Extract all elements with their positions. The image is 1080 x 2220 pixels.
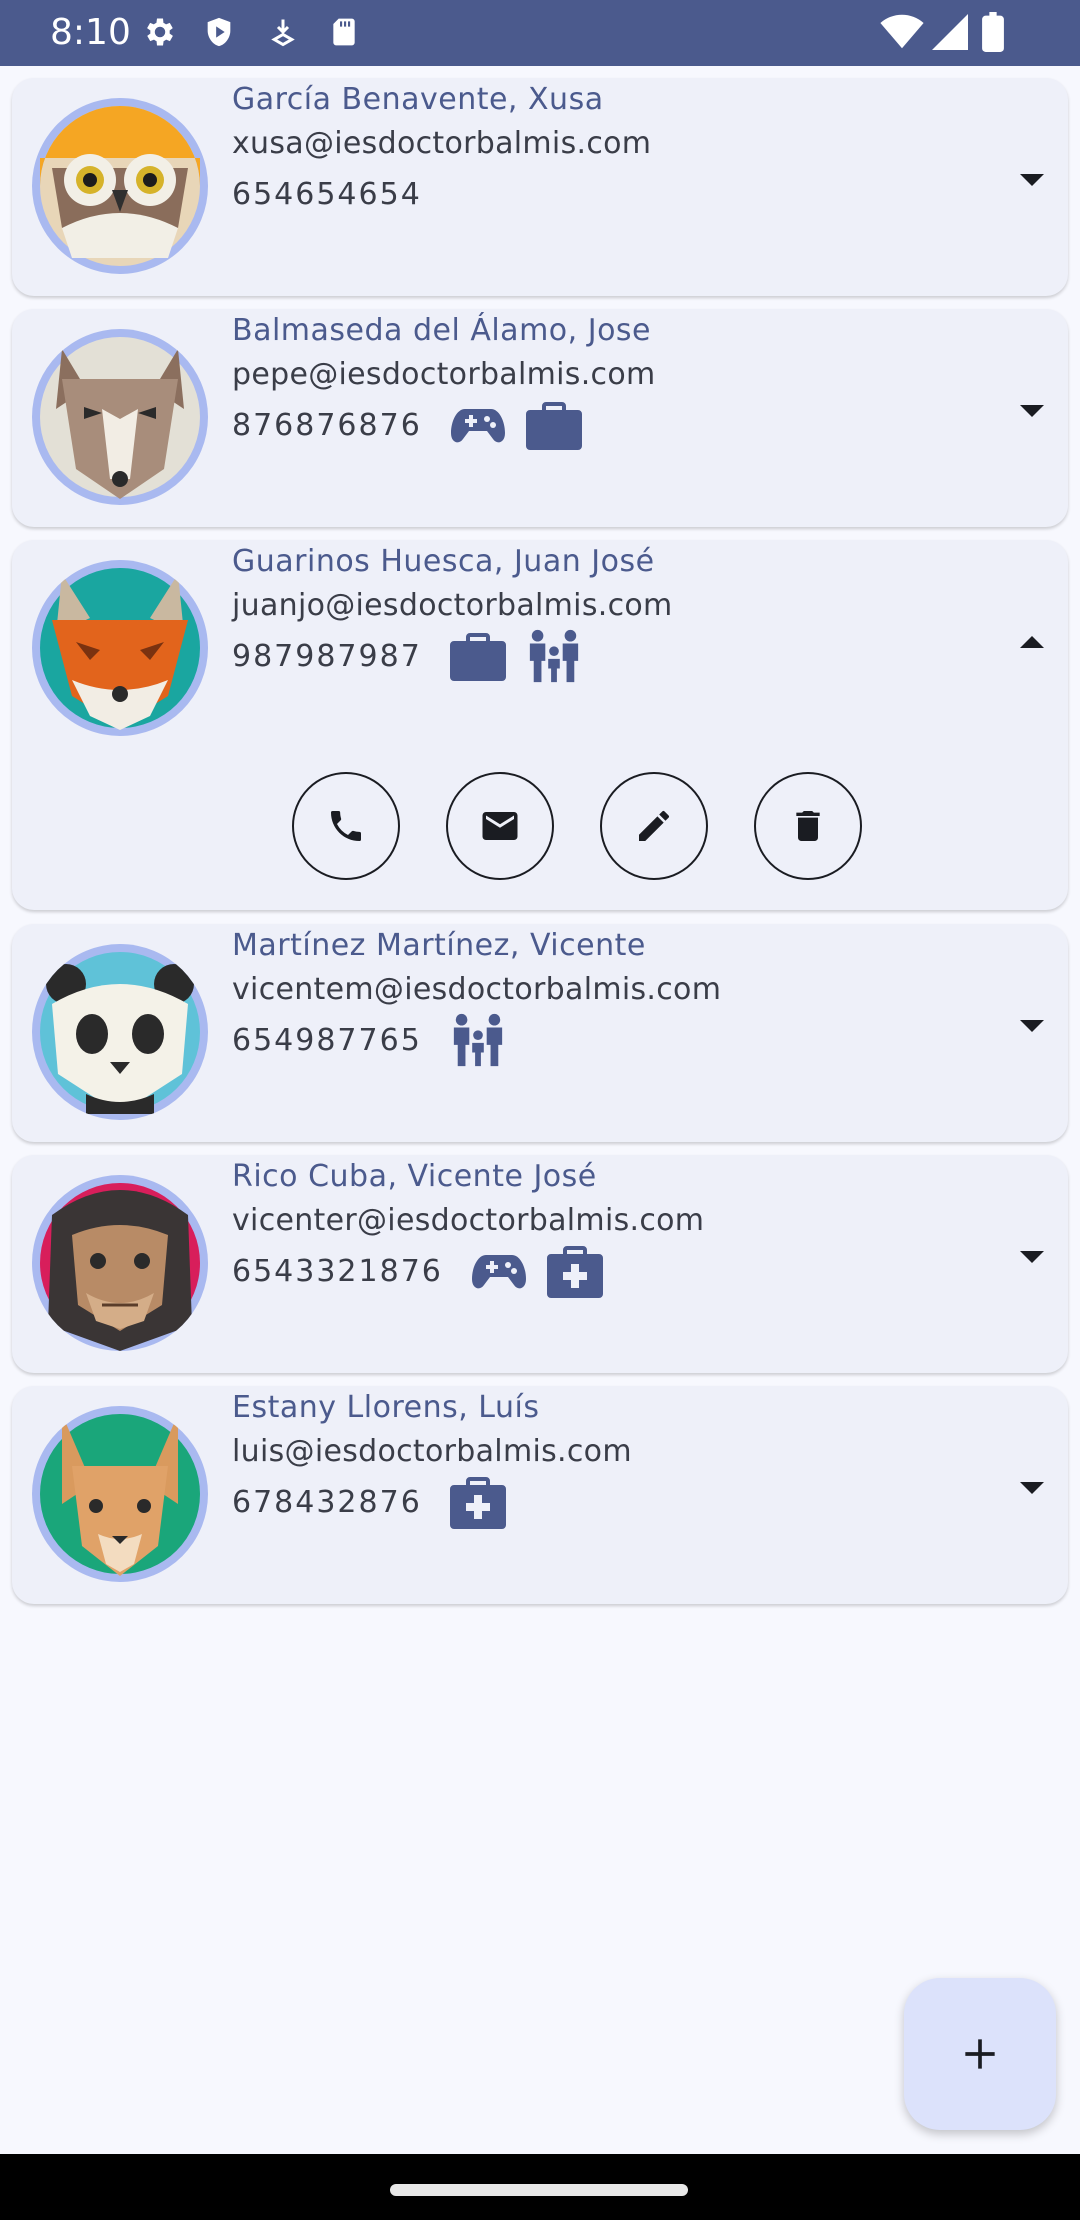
status-time: 8:10 bbox=[50, 12, 131, 53]
add-contact-button[interactable] bbox=[904, 1978, 1056, 2130]
owl-avatar bbox=[32, 98, 208, 274]
contact-info-row: 876876876 bbox=[232, 393, 602, 457]
contact-phone: 654987765 bbox=[232, 1022, 422, 1058]
contact-card[interactable]: Estany Llorens, Luís luis@iesdoctorbalmi… bbox=[12, 1386, 1068, 1604]
status-bar: 8:10 bbox=[0, 0, 1080, 66]
contact-card[interactable]: Rico Cuba, Vicente José vicenter@iesdoct… bbox=[12, 1155, 1068, 1373]
contact-name: García Benavente, Xusa bbox=[232, 82, 604, 117]
phone-icon bbox=[331, 811, 361, 841]
contact-name: Rico Cuba, Vicente José bbox=[232, 1159, 597, 1194]
contact-phone: 987987987 bbox=[232, 638, 422, 674]
contact-info-row: 987987987 bbox=[232, 624, 602, 688]
chevron-up-icon[interactable] bbox=[1016, 630, 1048, 654]
download-arrow-icon bbox=[271, 19, 295, 47]
contact-email: juanjo@iesdoctorbalmis.com bbox=[232, 588, 673, 623]
chimp-avatar bbox=[32, 1175, 208, 1351]
contact-email: pepe@iesdoctorbalmis.com bbox=[232, 357, 656, 392]
contact-info-row: 6543321876 bbox=[232, 1239, 623, 1303]
contact-actions bbox=[292, 772, 892, 884]
contact-phone: 654654654 bbox=[232, 176, 422, 212]
contact-card[interactable]: García Benavente, Xusa xusa@iesdoctorbal… bbox=[12, 78, 1068, 296]
mail-icon bbox=[482, 812, 518, 840]
wifi-icon bbox=[880, 14, 924, 49]
gamepad-icon bbox=[450, 399, 506, 451]
call-button[interactable] bbox=[292, 772, 400, 880]
contact-email: vicentem@iesdoctorbalmis.com bbox=[232, 972, 722, 1007]
contact-phone: 678432876 bbox=[232, 1484, 422, 1520]
contact-name: Estany Llorens, Luís bbox=[232, 1390, 540, 1425]
contact-info-row: 654654654 bbox=[232, 162, 450, 226]
sd-card-icon bbox=[333, 18, 355, 46]
shield-icon bbox=[207, 17, 231, 47]
contact-name: Balmaseda del Álamo, Jose bbox=[232, 313, 652, 348]
battery-icon bbox=[982, 12, 1004, 52]
edit-button[interactable] bbox=[600, 772, 708, 880]
chevron-down-icon[interactable] bbox=[1016, 1014, 1048, 1038]
delete-button[interactable] bbox=[754, 772, 862, 880]
kangaroo-avatar bbox=[32, 1406, 208, 1582]
contact-phone: 876876876 bbox=[232, 407, 422, 443]
contact-email: vicenter@iesdoctorbalmis.com bbox=[232, 1203, 705, 1238]
fox-avatar bbox=[32, 560, 208, 736]
family-icon bbox=[450, 1013, 506, 1067]
signal-icon bbox=[932, 14, 968, 50]
briefcase-icon bbox=[449, 630, 506, 682]
contact-phone: 6543321876 bbox=[232, 1253, 443, 1289]
contact-card[interactable]: Balmaseda del Álamo, Jose pepe@iesdoctor… bbox=[12, 309, 1068, 527]
chevron-down-icon[interactable] bbox=[1016, 1476, 1048, 1500]
contact-card[interactable]: Martínez Martínez, Vicente vicentem@iesd… bbox=[12, 924, 1068, 1142]
delete-trash-icon bbox=[796, 811, 820, 841]
medical-kit-icon bbox=[449, 1476, 506, 1529]
email-button[interactable] bbox=[446, 772, 554, 880]
panda-avatar bbox=[32, 944, 208, 1120]
navigation-bar bbox=[0, 2154, 1080, 2220]
family-icon bbox=[526, 629, 582, 683]
wolf-avatar bbox=[32, 329, 208, 505]
gamepad-icon bbox=[471, 1245, 527, 1297]
contact-email: xusa@iesdoctorbalmis.com bbox=[232, 126, 652, 161]
edit-pencil-icon bbox=[639, 810, 669, 841]
medical-kit-icon bbox=[546, 1245, 603, 1298]
contact-info-row: 654987765 bbox=[232, 1008, 526, 1072]
gear-icon bbox=[147, 18, 173, 46]
contact-info-row: 678432876 bbox=[232, 1470, 526, 1534]
contact-card-expanded[interactable]: Guarinos Huesca, Juan José juanjo@iesdoc… bbox=[12, 540, 1068, 910]
contact-email: luis@iesdoctorbalmis.com bbox=[232, 1434, 632, 1469]
chevron-down-icon[interactable] bbox=[1016, 168, 1048, 192]
chevron-down-icon[interactable] bbox=[1016, 1245, 1048, 1269]
contact-name: Guarinos Huesca, Juan José bbox=[232, 544, 655, 579]
briefcase-icon bbox=[525, 399, 582, 451]
plus-icon bbox=[965, 2039, 995, 2069]
contact-name: Martínez Martínez, Vicente bbox=[232, 928, 646, 963]
chevron-down-icon[interactable] bbox=[1016, 399, 1048, 423]
home-gesture-handle[interactable] bbox=[390, 2184, 688, 2196]
